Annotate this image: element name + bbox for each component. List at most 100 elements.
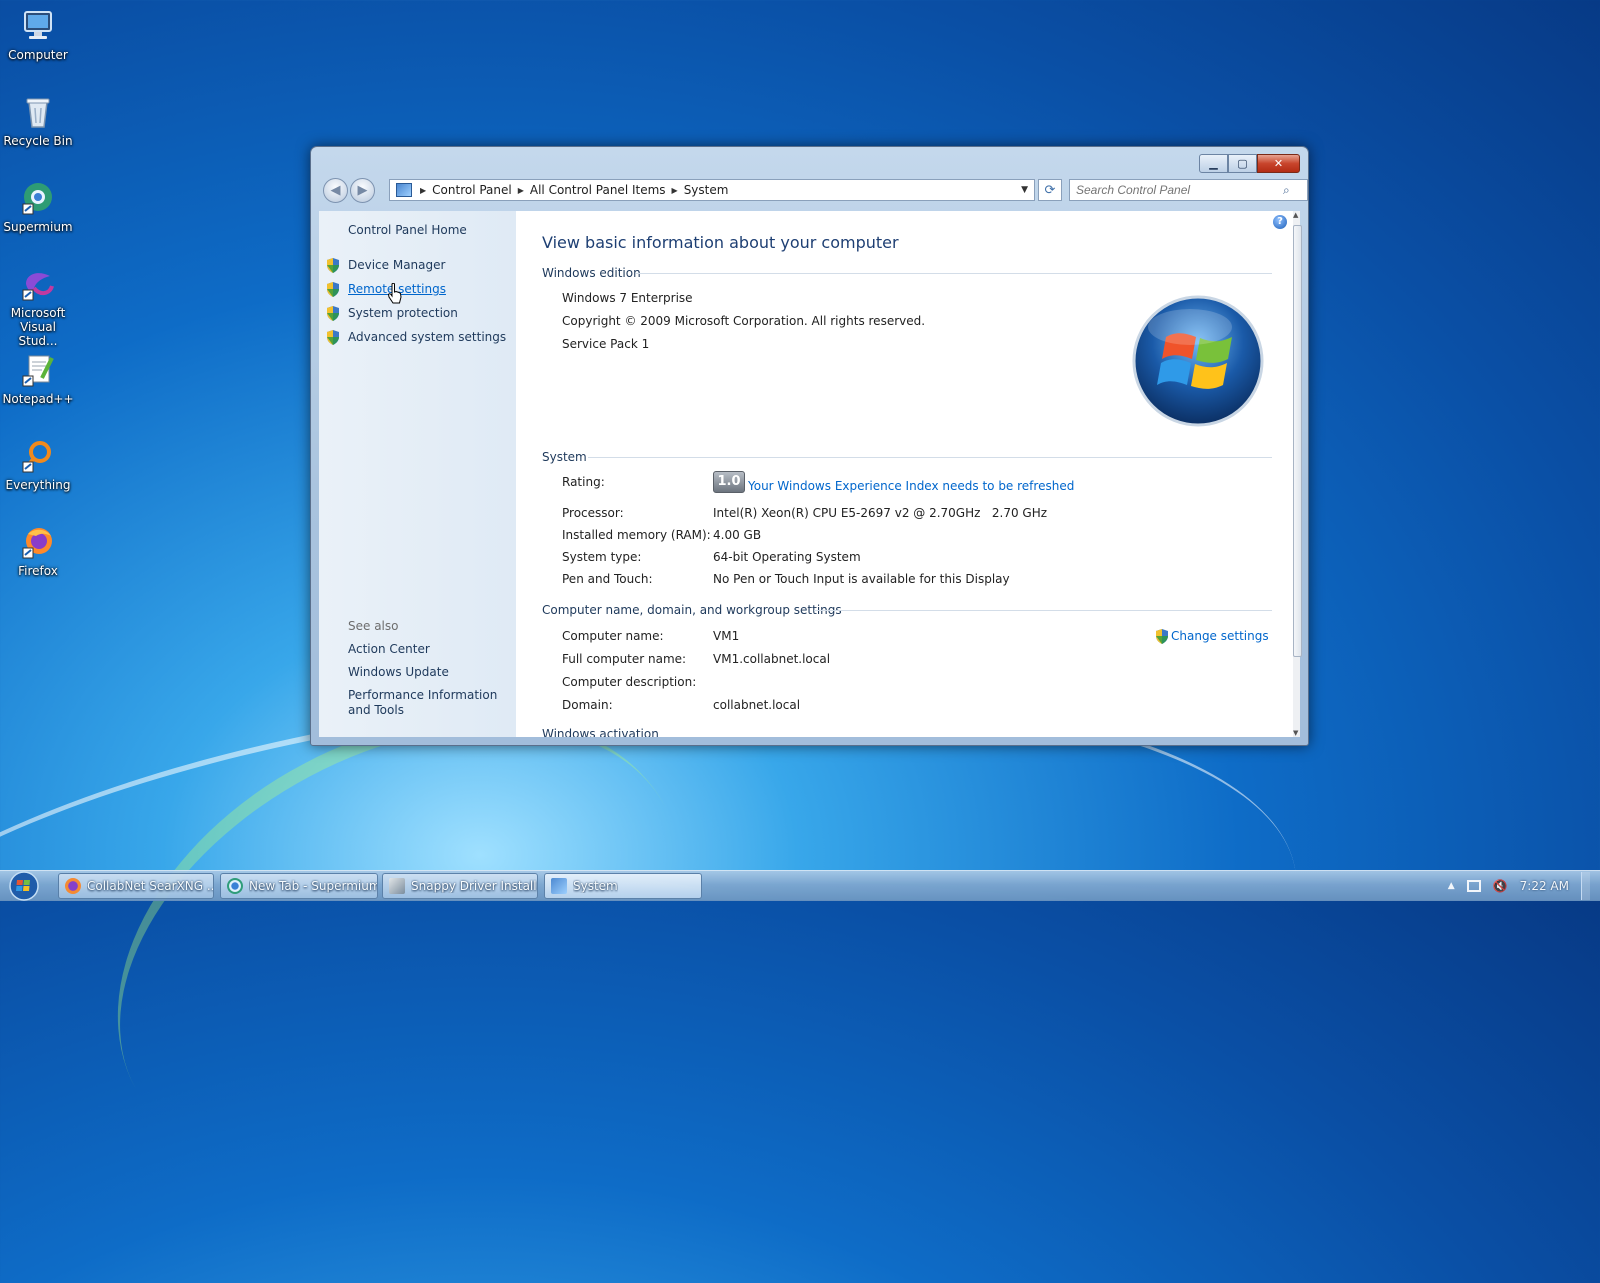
breadcrumb-control-panel[interactable]: Control Panel xyxy=(432,183,512,197)
desktop-icon-label: Supermium xyxy=(3,220,73,234)
navigation-bar: ◀ ▶ ▶ Control Panel ▶ All Control Panel … xyxy=(319,177,1308,203)
pen-touch-value: No Pen or Touch Input is available for t… xyxy=(713,572,1010,586)
network-icon[interactable] xyxy=(1466,880,1481,892)
service-pack: Service Pack 1 xyxy=(562,337,650,351)
device-manager-link[interactable]: Device Manager xyxy=(348,258,445,272)
windows-update-link[interactable]: Windows Update xyxy=(348,665,449,679)
refresh-button[interactable]: ⟳ xyxy=(1038,179,1062,201)
scroll-thumb[interactable] xyxy=(1293,225,1302,657)
address-bar[interactable]: ▶ Control Panel ▶ All Control Panel Item… xyxy=(389,179,1035,201)
change-settings-link[interactable]: Change settings xyxy=(1171,629,1269,643)
copyright-text: Copyright © 2009 Microsoft Corporation. … xyxy=(562,314,926,328)
advanced-system-settings-link[interactable]: Advanced system settings xyxy=(348,330,506,344)
windows-activation-heading: Windows activation xyxy=(542,727,659,737)
back-button[interactable]: ◀ xyxy=(323,178,348,203)
breadcrumb-all-items[interactable]: All Control Panel Items xyxy=(530,183,666,197)
content-scrollbar[interactable]: ▲ ▼ xyxy=(1293,211,1302,737)
close-button[interactable]: ✕ xyxy=(1257,154,1300,173)
rating-badge[interactable]: 1.0 xyxy=(713,471,745,493)
start-button[interactable] xyxy=(6,871,46,901)
desktop-icon-supermium[interactable]: Supermium xyxy=(2,180,74,234)
show-desktop-button[interactable] xyxy=(1581,872,1590,900)
taskbar: CollabNet SearXNG ... New Tab - Supermiu… xyxy=(0,870,1600,901)
system-protection-link[interactable]: System protection xyxy=(348,306,458,320)
divider xyxy=(588,457,1272,458)
maximize-button[interactable]: ▢ xyxy=(1228,154,1257,173)
scroll-down-arrow[interactable]: ▼ xyxy=(1293,729,1298,737)
taskbar-button-label: New Tab - Supermium xyxy=(249,879,377,893)
desktop-icon-recycle-bin[interactable]: Recycle Bin xyxy=(2,94,74,148)
system-type-value: 64-bit Operating System xyxy=(713,550,861,564)
computer-description-label: Computer description: xyxy=(562,675,697,689)
visual-studio-icon xyxy=(20,266,56,302)
windows-logo xyxy=(1132,295,1264,427)
computer-icon xyxy=(20,8,56,44)
help-icon[interactable]: ? xyxy=(1273,215,1287,229)
windows-edition-heading: Windows edition xyxy=(542,266,641,280)
control-panel-icon xyxy=(551,878,567,894)
shield-icon xyxy=(1156,629,1168,644)
desktop-icon-label: Computer xyxy=(8,48,68,62)
edition-name: Windows 7 Enterprise xyxy=(562,291,693,305)
breadcrumb-separator[interactable]: ▶ xyxy=(672,186,678,195)
volume-muted-icon[interactable]: 🔇 xyxy=(1493,879,1508,893)
desktop-icon-label: Notepad++ xyxy=(2,392,74,406)
search-input[interactable] xyxy=(1070,182,1283,198)
taskbar-button-searxng[interactable]: CollabNet SearXNG ... xyxy=(58,873,214,899)
shield-icon xyxy=(327,258,339,273)
full-computer-name-label: Full computer name: xyxy=(562,652,687,666)
processor-label: Processor: xyxy=(562,506,624,520)
divider xyxy=(636,273,1272,274)
left-navigation-pane: Control Panel Home Device Manager Remote… xyxy=(319,211,516,737)
desktop-icon-everything[interactable]: Everything xyxy=(2,438,74,492)
content-pane: ? View basic information about your comp… xyxy=(516,211,1293,737)
minimize-button[interactable]: ▁ xyxy=(1199,154,1228,173)
system-type-label: System type: xyxy=(562,550,642,564)
supermium-icon xyxy=(227,878,243,894)
desktop-icon-visual-studio[interactable]: Microsoft Visual Stud... xyxy=(2,266,74,348)
desktop-icon-firefox[interactable]: Firefox xyxy=(2,524,74,578)
notepadpp-icon xyxy=(20,352,56,388)
breadcrumb-separator: ▶ xyxy=(420,185,427,195)
system-heading: System xyxy=(542,450,587,464)
taskbar-button-label: Snappy Driver Install... xyxy=(411,879,537,893)
action-center-link[interactable]: Action Center xyxy=(348,642,430,656)
ram-label: Installed memory (RAM): xyxy=(562,528,711,542)
domain-label: Domain: xyxy=(562,698,613,712)
shield-icon xyxy=(327,306,339,321)
breadcrumb-separator[interactable]: ▶ xyxy=(518,186,524,195)
desktop-icon-label: Everything xyxy=(5,478,71,492)
computer-name-label: Computer name: xyxy=(562,629,664,643)
taskbar-button-system[interactable]: System xyxy=(544,873,702,899)
processor-value: Intel(R) Xeon(R) CPU E5-2697 v2 @ 2.70GH… xyxy=(713,506,1048,520)
forward-button[interactable]: ▶ xyxy=(350,178,375,203)
computer-name-heading: Computer name, domain, and workgroup set… xyxy=(542,603,842,617)
desktop-icon-label: Recycle Bin xyxy=(3,134,73,148)
experience-index-link[interactable]: Your Windows Experience Index needs to b… xyxy=(748,479,1074,493)
desktop-icon-label: Microsoft Visual Stud... xyxy=(10,306,66,348)
control-panel-icon xyxy=(396,183,412,197)
computer-name-value: VM1 xyxy=(713,629,740,643)
control-panel-home-link[interactable]: Control Panel Home xyxy=(348,223,467,237)
firefox-icon xyxy=(65,878,81,894)
search-box[interactable]: ⌕ xyxy=(1069,179,1308,201)
ram-value: 4.00 GB xyxy=(713,528,762,542)
taskbar-button-snappy-driver[interactable]: Snappy Driver Install... xyxy=(382,873,538,899)
snappy-driver-icon xyxy=(389,878,405,894)
desktop-icon-computer[interactable]: Computer xyxy=(2,8,74,62)
rating-label: Rating: xyxy=(562,475,605,489)
desktop-icon-notepadpp[interactable]: Notepad++ xyxy=(2,352,74,406)
scroll-up-arrow[interactable]: ▲ xyxy=(1293,211,1298,219)
divider xyxy=(814,610,1272,611)
breadcrumb-system[interactable]: System xyxy=(684,183,729,197)
search-icon[interactable]: ⌕ xyxy=(1283,183,1290,198)
taskbar-button-supermium[interactable]: New Tab - Supermium xyxy=(220,873,378,899)
caption-buttons: ▁ ▢ ✕ xyxy=(1199,154,1300,173)
address-dropdown-icon[interactable]: ▼ xyxy=(1021,185,1028,195)
desktop-icon-label: Firefox xyxy=(18,564,58,578)
clock[interactable]: 7:22 AM xyxy=(1520,879,1569,893)
rating-value: 1.0 xyxy=(717,474,741,489)
show-hidden-icons-icon[interactable]: ▲ xyxy=(1448,881,1455,891)
performance-information-link[interactable]: Performance Information and Tools xyxy=(348,688,513,718)
page-title: View basic information about your comput… xyxy=(542,233,899,252)
